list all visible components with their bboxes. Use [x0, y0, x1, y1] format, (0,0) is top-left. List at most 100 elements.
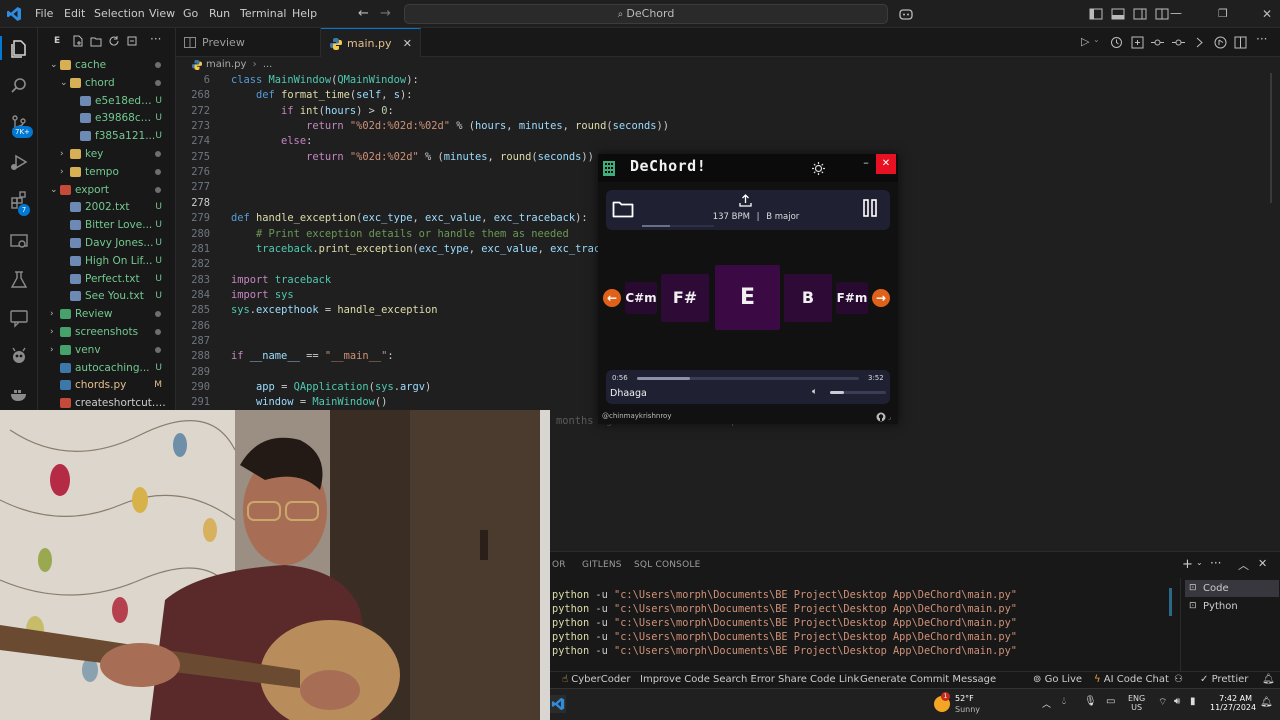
breadcrumb-symbol[interactable]: ...	[263, 59, 273, 70]
open-folder-icon[interactable]	[612, 199, 634, 219]
tab-preview-readme[interactable]: Preview README.md	[176, 28, 321, 78]
tree-item[interactable]: chords.py M	[38, 376, 175, 394]
previous-chord-button[interactable]: ←	[603, 289, 621, 307]
run-file-icon[interactable]: ▷	[1081, 35, 1089, 48]
vscode-taskbar-icon[interactable]	[550, 695, 566, 713]
chevron-down-icon[interactable]: ⌄	[60, 74, 68, 92]
wifi-icon[interactable]: ⌔	[1158, 696, 1167, 709]
dechord-minimize-button[interactable]: –	[856, 154, 876, 174]
toggle-panel-icon[interactable]	[1110, 6, 1126, 22]
volume-slider[interactable]	[830, 391, 886, 394]
chevron-down-icon[interactable]: ⌄	[50, 181, 58, 199]
dechord-close-button[interactable]: ✕	[876, 154, 896, 174]
tree-item[interactable]: › screenshots	[38, 323, 175, 341]
panel-tab-sql-console[interactable]: SQL CONSOLE	[634, 552, 700, 578]
chevron-right-icon[interactable]: ›	[50, 341, 54, 359]
tree-item[interactable]: autocaching... U	[38, 359, 175, 377]
weather-temp[interactable]: 52°F	[955, 694, 974, 703]
chevron-right-icon[interactable]: ›	[60, 163, 64, 181]
terminal-scrollbar[interactable]	[1169, 588, 1172, 616]
ai-code-chat-status[interactable]: ϟ AI Code Chat	[1094, 672, 1169, 688]
terminal-dropdown-icon[interactable]: ⌄	[1196, 558, 1203, 567]
volume-icon[interactable]: 🔈︎	[812, 387, 817, 397]
notifications-icon[interactable]: 🔔︎	[1262, 672, 1275, 688]
back-arrow-icon[interactable]: ←	[358, 6, 374, 22]
close-window-icon[interactable]: ✕	[1262, 6, 1278, 22]
clock[interactable]: 7:42 AM 11/27/2024	[1210, 694, 1256, 712]
prettier-status[interactable]: ✓ Prettier	[1200, 672, 1248, 688]
collapse-all-icon[interactable]	[126, 35, 138, 47]
droplet-icon[interactable]: 💧︎	[1062, 696, 1066, 707]
tree-item[interactable]: f385a121... U	[38, 127, 175, 145]
tree-item[interactable]: ⌄ chord	[38, 74, 175, 92]
tree-item[interactable]: › Review	[38, 305, 175, 323]
github-icon[interactable]	[876, 412, 886, 422]
tab-main-py[interactable]: main.py M ✕	[321, 28, 421, 79]
tree-item[interactable]: › tempo	[38, 163, 175, 181]
docker-icon[interactable]	[9, 384, 29, 404]
compare-changes-icon[interactable]	[1131, 36, 1144, 49]
search-icon[interactable]	[9, 76, 29, 96]
git-commit-icon[interactable]	[1172, 36, 1185, 49]
tree-item[interactable]: e39868c3... U	[38, 109, 175, 127]
tree-item[interactable]: e5e18edd... U	[38, 92, 175, 110]
run-debug-icon[interactable]	[9, 152, 29, 172]
tree-item[interactable]: Bitter Love... U	[38, 216, 175, 234]
menu-selection[interactable]: Selection	[94, 0, 145, 28]
battery-status-icon[interactable]: ▮	[1190, 696, 1196, 707]
minimize-window-icon[interactable]: —	[1170, 6, 1186, 22]
chevron-down-icon[interactable]: ⌄	[50, 56, 58, 74]
minimap[interactable]	[1266, 73, 1280, 493]
tree-item[interactable]: Perfect.txt U	[38, 270, 175, 288]
menu-edit[interactable]: Edit	[64, 0, 85, 28]
terminal-output[interactable]: python -u "c:\Users\morph\Documents\BE P…	[550, 588, 1172, 668]
tree-item[interactable]: › key	[38, 145, 175, 163]
panel-tab-gitlens[interactable]: GITLENS	[582, 552, 622, 578]
tree-item[interactable]: Davy Jones... U	[38, 234, 175, 252]
git-next-icon[interactable]	[1193, 36, 1206, 49]
split-editor-icon[interactable]	[1234, 36, 1247, 49]
panel-tab-port[interactable]: OR	[552, 552, 566, 578]
notification-bell-icon[interactable]: 🔔︎	[1260, 697, 1273, 708]
timeline-icon[interactable]	[1110, 36, 1123, 49]
show-hidden-icons-icon[interactable]: ︿	[1042, 697, 1051, 710]
menu-terminal[interactable]: Terminal	[240, 0, 287, 28]
run-dropdown-icon[interactable]: ⌄	[1093, 35, 1100, 44]
chevron-right-icon[interactable]: ›	[60, 145, 64, 163]
menu-run[interactable]: Run	[209, 0, 230, 28]
tree-item[interactable]: › venv	[38, 341, 175, 359]
chat-icon[interactable]	[9, 308, 29, 328]
terminal-item-code[interactable]: ⊡ Code	[1185, 580, 1279, 597]
maximize-panel-icon[interactable]: ︿	[1238, 557, 1249, 573]
tree-item[interactable]: createshortcut.bat	[38, 394, 175, 410]
improve-code-status[interactable]: Improve Code	[640, 672, 710, 688]
panel-more-icon[interactable]: ···	[1210, 556, 1221, 570]
next-chord-button[interactable]: →	[872, 289, 890, 307]
toggle-sidebar-icon[interactable]	[1088, 6, 1104, 22]
new-folder-icon[interactable]	[90, 35, 102, 47]
alien-extension-icon[interactable]	[9, 346, 29, 366]
gitlens-icon[interactable]	[1214, 36, 1227, 49]
menu-file[interactable]: File	[35, 0, 53, 28]
theme-toggle-sun-icon[interactable]	[812, 162, 825, 175]
new-file-icon[interactable]	[72, 35, 84, 47]
accounts-icon[interactable]: ⚇	[1174, 672, 1183, 688]
explorer-icon[interactable]	[9, 38, 29, 58]
tree-item[interactable]: See You.txt U	[38, 287, 175, 305]
copilot-icon[interactable]	[898, 6, 914, 22]
volume-icon[interactable]: 🔊︎	[1174, 696, 1180, 707]
cybercoder-status[interactable]: ☝ CyberCoder	[562, 672, 631, 688]
toggle-secondary-sidebar-icon[interactable]	[1132, 6, 1148, 22]
menu-help[interactable]: Help	[292, 0, 317, 28]
seek-bar[interactable]	[637, 377, 859, 380]
chevron-right-icon[interactable]: ›	[50, 323, 54, 341]
more-actions-icon[interactable]: ···	[150, 32, 161, 46]
weather-desc[interactable]: Sunny	[955, 705, 980, 714]
remote-explorer-icon[interactable]	[9, 232, 29, 252]
forward-arrow-icon[interactable]: →	[380, 6, 396, 22]
new-terminal-icon[interactable]: +	[1182, 557, 1193, 572]
refresh-icon[interactable]	[108, 35, 120, 47]
microphone-icon[interactable]: 🎙︎	[1084, 696, 1097, 707]
chevron-right-icon[interactable]: ›	[50, 305, 54, 323]
breadcrumb-file[interactable]: main.py	[206, 59, 246, 70]
